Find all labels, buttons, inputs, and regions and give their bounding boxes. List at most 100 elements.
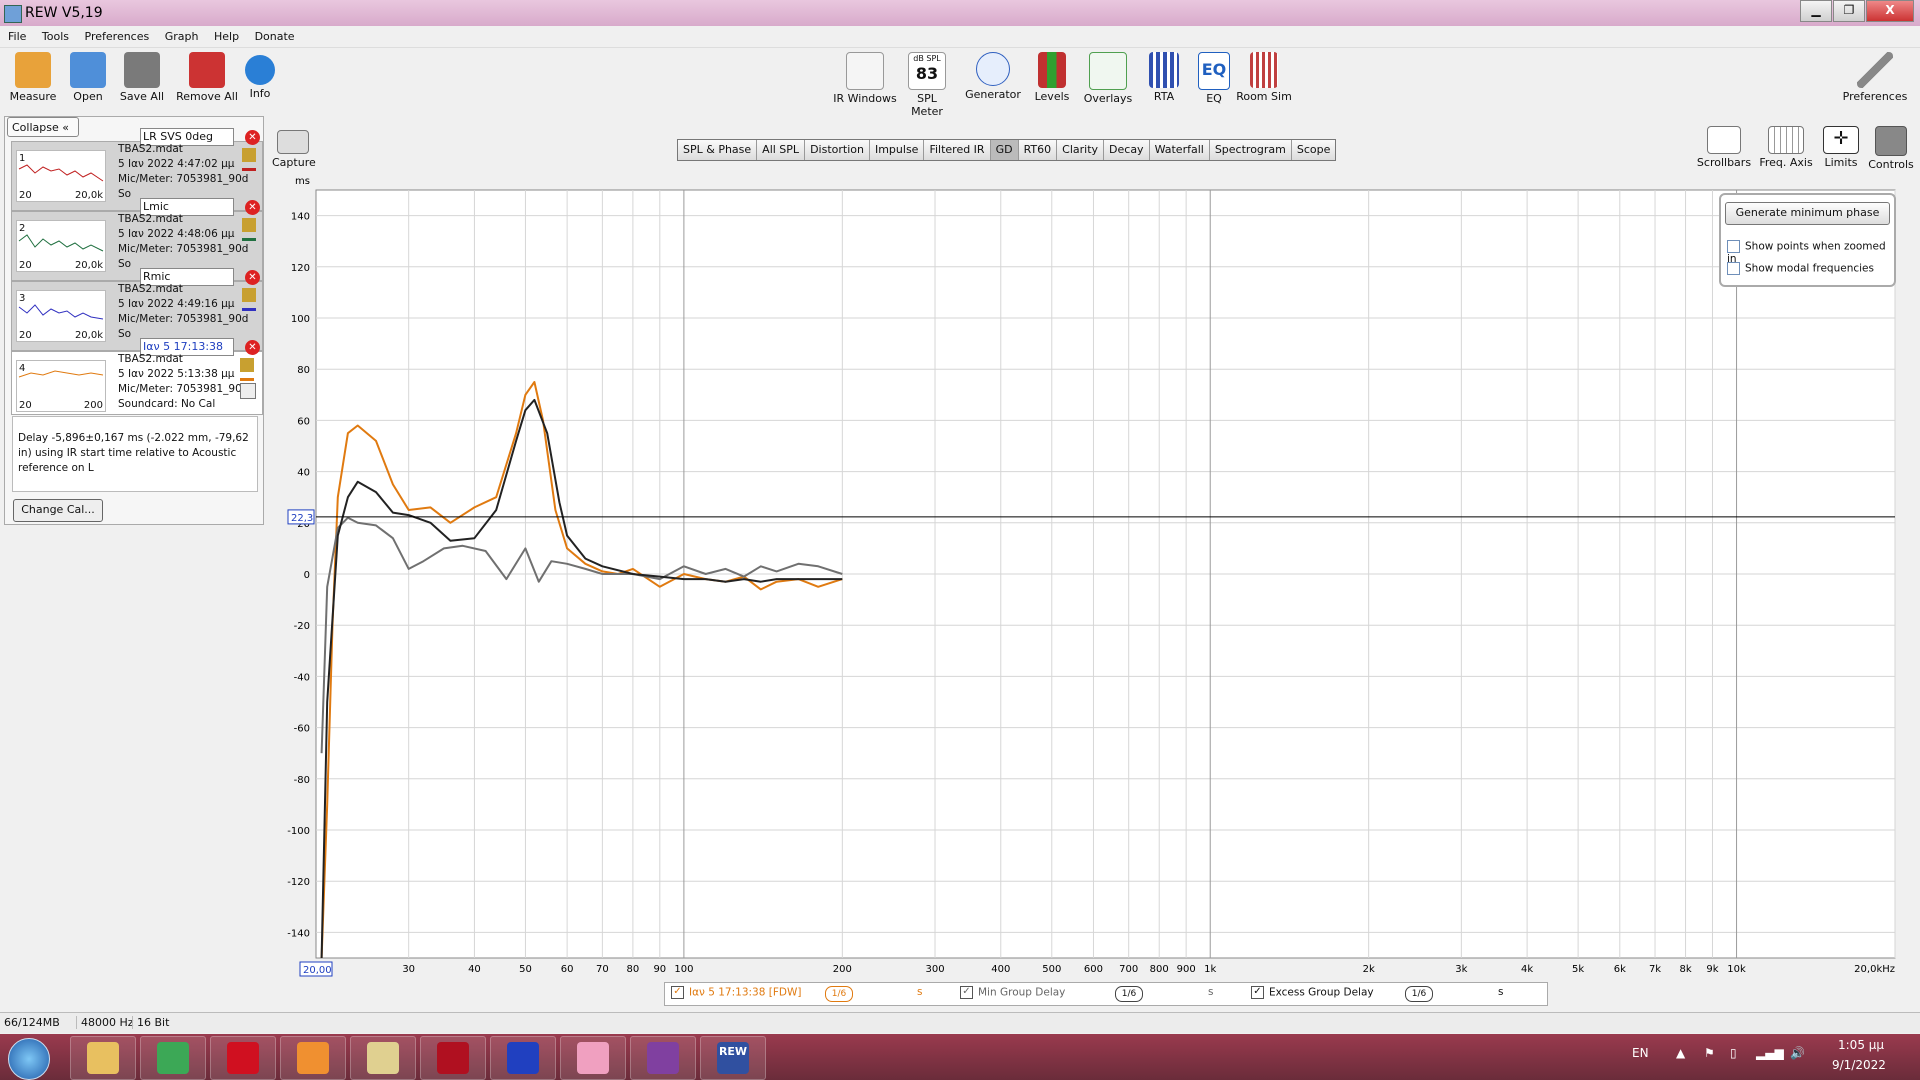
- audacity-icon: [507, 1042, 539, 1074]
- checkmark-icon[interactable]: ✓: [671, 986, 684, 999]
- notepad-icon: [367, 1042, 399, 1074]
- x-tick-label: 100: [674, 964, 693, 975]
- checkbox-icon: [1727, 262, 1740, 275]
- legend-unit: s: [1208, 986, 1214, 998]
- x-tick-label: 20,0kHz: [1854, 964, 1895, 975]
- x-tick-label: 500: [1042, 964, 1061, 975]
- explorer-icon: [87, 1042, 119, 1074]
- winrar-icon: [647, 1042, 679, 1074]
- x-tick-label: 5k: [1572, 964, 1584, 975]
- x-tick-label: 10k: [1727, 964, 1746, 975]
- y-tick-label: 60: [297, 416, 310, 427]
- x-tick-label: 800: [1150, 964, 1169, 975]
- x-tick-label: 900: [1177, 964, 1196, 975]
- smoothing-selector[interactable]: 1/6: [825, 986, 853, 1002]
- y-axis-ticks: 140120100806040200-20-40-60-80-100-120-1…: [287, 212, 310, 940]
- opera-icon: [227, 1042, 259, 1074]
- y-tick-label: 80: [297, 365, 310, 376]
- chrome-icon: [157, 1042, 189, 1074]
- language-indicator[interactable]: EN: [1632, 1046, 1649, 1060]
- memory-status: 66/124MB: [4, 1016, 60, 1029]
- legend-item-measurement[interactable]: ✓ Ιαν 5 17:13:38 [FDW]: [671, 986, 801, 999]
- x-tick-label: 400: [991, 964, 1010, 975]
- x-tick-label: 8k: [1679, 964, 1691, 975]
- checkmark-icon[interactable]: ✓: [1251, 986, 1264, 999]
- x-tick-label: 90: [653, 964, 666, 975]
- y-tick-label: 0: [304, 570, 310, 581]
- controls-panel: Generate minimum phase Show points when …: [1719, 193, 1896, 287]
- y-tick-label: 100: [291, 314, 310, 325]
- checkbox-icon: [1727, 240, 1740, 253]
- device-icon[interactable]: ▯: [1730, 1046, 1737, 1060]
- checkmark-icon[interactable]: ✓: [960, 986, 973, 999]
- x-axis-ticks: 30 40 50 60 70 80 90 100 200 300 400 500 600 700 800 90…: [402, 964, 1895, 975]
- x-start-value: 20,00: [303, 965, 332, 976]
- y-tick-label: -80: [294, 775, 310, 786]
- paint-icon: [577, 1042, 609, 1074]
- x-tick-label: 80: [627, 964, 640, 975]
- smoothing-selector[interactable]: 1/6: [1115, 986, 1143, 1002]
- x-tick-label: 9k: [1706, 964, 1718, 975]
- x-tick-label: 200: [833, 964, 852, 975]
- y-tick-label: -140: [287, 928, 310, 939]
- taskbar: REW EN ▲ ⚑ ▯ ▂▄▆ 🔊 1:05 μμ 9/1/2022: [0, 1034, 1920, 1080]
- taskbar-app-firefox[interactable]: [280, 1036, 346, 1080]
- clock-date[interactable]: 9/1/2022: [1832, 1058, 1886, 1072]
- legend-unit: s: [1498, 986, 1504, 998]
- x-tick-label: 2k: [1363, 964, 1375, 975]
- x-tick-label: 600: [1084, 964, 1103, 975]
- app-red-icon: [437, 1042, 469, 1074]
- group-delay-chart[interactable]: 140 120 100 80 60 40 200 -20 -40 -60 -80 -100 -120 -1…: [0, 0, 1920, 1000]
- x-tick-label: 1k: [1204, 964, 1216, 975]
- show-modal-checkbox[interactable]: Show modal frequencies: [1727, 262, 1874, 275]
- x-tick-label: 6k: [1614, 964, 1626, 975]
- y-tick-label: 140: [291, 212, 310, 223]
- bit-depth-status: 16 Bit: [132, 1016, 169, 1029]
- volume-icon[interactable]: 🔊: [1790, 1046, 1805, 1060]
- x-tick-label: 3k: [1455, 964, 1467, 975]
- firefox-icon: [297, 1042, 329, 1074]
- legend-unit: s: [917, 986, 923, 998]
- legend-bar: ✓ Ιαν 5 17:13:38 [FDW] 1/6 s ✓ Min Group D…: [664, 982, 1548, 1006]
- taskbar-app-audacity[interactable]: [490, 1036, 556, 1080]
- taskbar-app-winrar[interactable]: [630, 1036, 696, 1080]
- status-bar: 66/124MB 48000 Hz 16 Bit: [0, 1012, 1920, 1033]
- x-tick-label: 70: [596, 964, 609, 975]
- network-icon[interactable]: ▂▄▆: [1756, 1046, 1784, 1060]
- taskbar-app-rew[interactable]: REW: [700, 1036, 766, 1080]
- rew-icon: REW: [717, 1042, 749, 1074]
- y-tick-label: -100: [287, 826, 310, 837]
- taskbar-app-chrome[interactable]: [140, 1036, 206, 1080]
- y-tick-label: -40: [294, 672, 310, 683]
- x-tick-label: 30: [402, 964, 415, 975]
- x-tick-label: 40: [468, 964, 481, 975]
- x-tick-label: 50: [519, 964, 532, 975]
- x-tick-label: 300: [925, 964, 944, 975]
- tray-arrow-icon[interactable]: ▲: [1676, 1046, 1685, 1060]
- legend-item-excess-group-delay[interactable]: ✓ Excess Group Delay: [1251, 986, 1374, 999]
- taskbar-app-app-red[interactable]: [420, 1036, 486, 1080]
- taskbar-app-notepad[interactable]: [350, 1036, 416, 1080]
- y-axis-label: ms: [295, 176, 310, 187]
- x-tick-label: 700: [1119, 964, 1138, 975]
- generate-minimum-phase-button[interactable]: Generate minimum phase: [1725, 202, 1890, 225]
- taskbar-app-paint[interactable]: [560, 1036, 626, 1080]
- x-tick-label: 4k: [1521, 964, 1533, 975]
- clock-time[interactable]: 1:05 μμ: [1838, 1038, 1884, 1052]
- taskbar-app-opera[interactable]: [210, 1036, 276, 1080]
- start-button[interactable]: [8, 1038, 50, 1080]
- taskbar-app-explorer[interactable]: [70, 1036, 136, 1080]
- y-tick-label: -60: [294, 724, 310, 735]
- y-tick-label: -20: [294, 621, 310, 632]
- y-tick-label: 120: [291, 263, 310, 274]
- y-tick-label: -120: [287, 877, 310, 888]
- sample-rate-status: 48000 Hz: [76, 1016, 134, 1029]
- x-tick-label: 7k: [1649, 964, 1661, 975]
- y-tick-label: 40: [297, 468, 310, 479]
- flag-icon[interactable]: ⚑: [1704, 1046, 1715, 1060]
- legend-item-min-group-delay[interactable]: ✓ Min Group Delay: [960, 986, 1065, 999]
- cursor-value: 22,3: [291, 513, 313, 524]
- smoothing-selector[interactable]: 1/6: [1405, 986, 1433, 1002]
- x-tick-label: 60: [561, 964, 574, 975]
- graph-area: 140 120 100 80 60 40 200 -20 -40 -60 -80 -100 -120 -1…: [0, 0, 1920, 1000]
